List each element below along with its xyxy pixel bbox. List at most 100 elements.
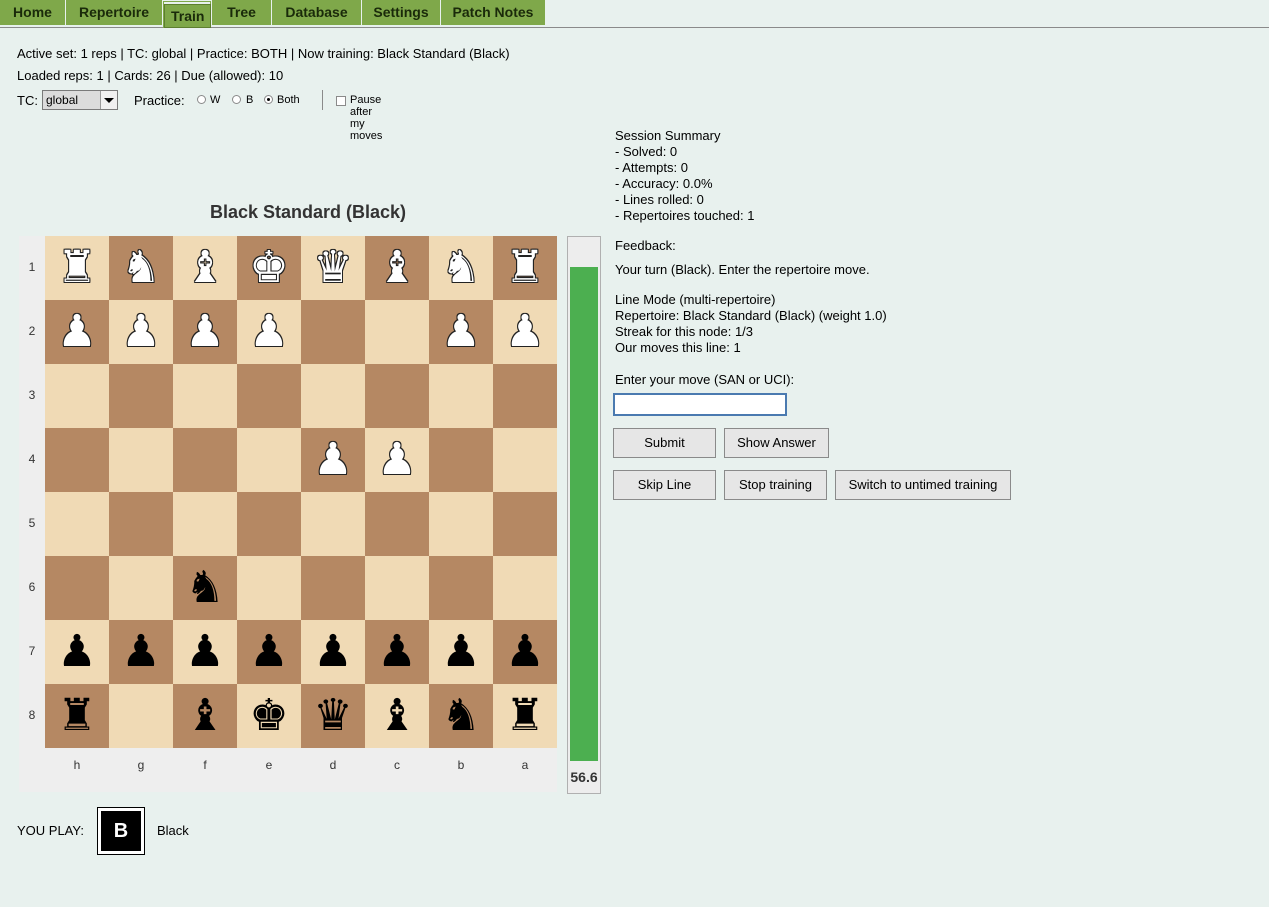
black-pawn-icon[interactable]: ♟ — [237, 620, 301, 684]
tab-train[interactable]: Train — [163, 1, 212, 28]
white-pawn-icon[interactable]: ♟ — [365, 428, 429, 492]
board-square-c5[interactable] — [365, 492, 429, 556]
board-square-c8[interactable]: ♝ — [365, 684, 429, 748]
board-square-c4[interactable]: ♟ — [365, 428, 429, 492]
board-square-d2[interactable] — [301, 300, 365, 364]
white-bishop-icon[interactable]: ♝ — [173, 236, 237, 300]
tab-patch-notes[interactable]: Patch Notes — [441, 0, 546, 25]
practice-radio-w[interactable] — [197, 95, 206, 104]
tab-repertoire[interactable]: Repertoire — [66, 0, 163, 25]
board-square-d7[interactable]: ♟ — [301, 620, 365, 684]
black-pawn-icon[interactable]: ♟ — [493, 620, 557, 684]
black-pawn-icon[interactable]: ♟ — [365, 620, 429, 684]
white-pawn-icon[interactable]: ♟ — [45, 300, 109, 364]
white-pawn-icon[interactable]: ♟ — [173, 300, 237, 364]
board-square-g5[interactable] — [109, 492, 173, 556]
tab-tree[interactable]: Tree — [212, 0, 272, 25]
board-square-f5[interactable] — [173, 492, 237, 556]
board-square-a8[interactable]: ♜ — [493, 684, 557, 748]
board-square-e5[interactable] — [237, 492, 301, 556]
board-square-d5[interactable] — [301, 492, 365, 556]
board-square-b1[interactable]: ♞ — [429, 236, 493, 300]
board-square-e8[interactable]: ♚ — [237, 684, 301, 748]
white-pawn-icon[interactable]: ♟ — [109, 300, 173, 364]
board-square-a3[interactable] — [493, 364, 557, 428]
board-square-b2[interactable]: ♟ — [429, 300, 493, 364]
move-input[interactable] — [613, 393, 787, 416]
board-square-d6[interactable] — [301, 556, 365, 620]
white-pawn-icon[interactable]: ♟ — [301, 428, 365, 492]
board-square-g4[interactable] — [109, 428, 173, 492]
white-bishop-icon[interactable]: ♝ — [365, 236, 429, 300]
tab-database[interactable]: Database — [272, 0, 362, 25]
board-square-a7[interactable]: ♟ — [493, 620, 557, 684]
board-square-h1[interactable]: ♜ — [45, 236, 109, 300]
black-pawn-icon[interactable]: ♟ — [429, 620, 493, 684]
white-knight-icon[interactable]: ♞ — [109, 236, 173, 300]
board-square-c6[interactable] — [365, 556, 429, 620]
black-knight-icon[interactable]: ♞ — [173, 556, 237, 620]
white-knight-icon[interactable]: ♞ — [429, 236, 493, 300]
board-square-g6[interactable] — [109, 556, 173, 620]
board-square-f1[interactable]: ♝ — [173, 236, 237, 300]
board-square-b8[interactable]: ♞ — [429, 684, 493, 748]
board-square-h5[interactable] — [45, 492, 109, 556]
board-square-g2[interactable]: ♟ — [109, 300, 173, 364]
board-square-c7[interactable]: ♟ — [365, 620, 429, 684]
white-king-icon[interactable]: ♚ — [237, 236, 301, 300]
black-bishop-icon[interactable]: ♝ — [173, 684, 237, 748]
board-square-a5[interactable] — [493, 492, 557, 556]
board-square-d3[interactable] — [301, 364, 365, 428]
black-king-icon[interactable]: ♚ — [237, 684, 301, 748]
board-square-g8[interactable] — [109, 684, 173, 748]
stop-training-button[interactable]: Stop training — [724, 470, 827, 500]
board-square-a2[interactable]: ♟ — [493, 300, 557, 364]
board-square-e1[interactable]: ♚ — [237, 236, 301, 300]
board-square-h8[interactable]: ♜ — [45, 684, 109, 748]
board-square-f3[interactable] — [173, 364, 237, 428]
board-square-g3[interactable] — [109, 364, 173, 428]
board-square-h7[interactable]: ♟ — [45, 620, 109, 684]
board-square-b6[interactable] — [429, 556, 493, 620]
black-knight-icon[interactable]: ♞ — [429, 684, 493, 748]
white-pawn-icon[interactable]: ♟ — [237, 300, 301, 364]
board-square-d1[interactable]: ♛ — [301, 236, 365, 300]
board-square-d8[interactable]: ♛ — [301, 684, 365, 748]
board-square-e3[interactable] — [237, 364, 301, 428]
board-square-e2[interactable]: ♟ — [237, 300, 301, 364]
white-pawn-icon[interactable]: ♟ — [493, 300, 557, 364]
black-pawn-icon[interactable]: ♟ — [109, 620, 173, 684]
black-rook-icon[interactable]: ♜ — [493, 684, 557, 748]
board-square-h6[interactable] — [45, 556, 109, 620]
black-rook-icon[interactable]: ♜ — [45, 684, 109, 748]
board-square-f4[interactable] — [173, 428, 237, 492]
board-square-e4[interactable] — [237, 428, 301, 492]
board-square-h4[interactable] — [45, 428, 109, 492]
practice-radio-both[interactable] — [264, 95, 273, 104]
submit-button[interactable]: Submit — [613, 428, 716, 458]
practice-radio-b[interactable] — [232, 95, 241, 104]
board-square-h2[interactable]: ♟ — [45, 300, 109, 364]
show-answer-button[interactable]: Show Answer — [724, 428, 829, 458]
board-square-c2[interactable] — [365, 300, 429, 364]
board-square-b7[interactable]: ♟ — [429, 620, 493, 684]
pause-after-moves-checkbox[interactable] — [336, 96, 346, 106]
board-square-h3[interactable] — [45, 364, 109, 428]
board-square-d4[interactable]: ♟ — [301, 428, 365, 492]
board-square-g7[interactable]: ♟ — [109, 620, 173, 684]
tab-settings[interactable]: Settings — [362, 0, 441, 25]
tab-home[interactable]: Home — [0, 0, 66, 25]
black-pawn-icon[interactable]: ♟ — [301, 620, 365, 684]
skip-line-button[interactable]: Skip Line — [613, 470, 716, 500]
board-square-a1[interactable]: ♜ — [493, 236, 557, 300]
tc-select[interactable]: global — [42, 90, 118, 110]
board-square-e6[interactable] — [237, 556, 301, 620]
board-square-e7[interactable]: ♟ — [237, 620, 301, 684]
board-square-b3[interactable] — [429, 364, 493, 428]
white-pawn-icon[interactable]: ♟ — [429, 300, 493, 364]
board-square-f2[interactable]: ♟ — [173, 300, 237, 364]
board-square-c3[interactable] — [365, 364, 429, 428]
board-square-f6[interactable]: ♞ — [173, 556, 237, 620]
white-queen-icon[interactable]: ♛ — [301, 236, 365, 300]
switch-untimed-button[interactable]: Switch to untimed training — [835, 470, 1011, 500]
